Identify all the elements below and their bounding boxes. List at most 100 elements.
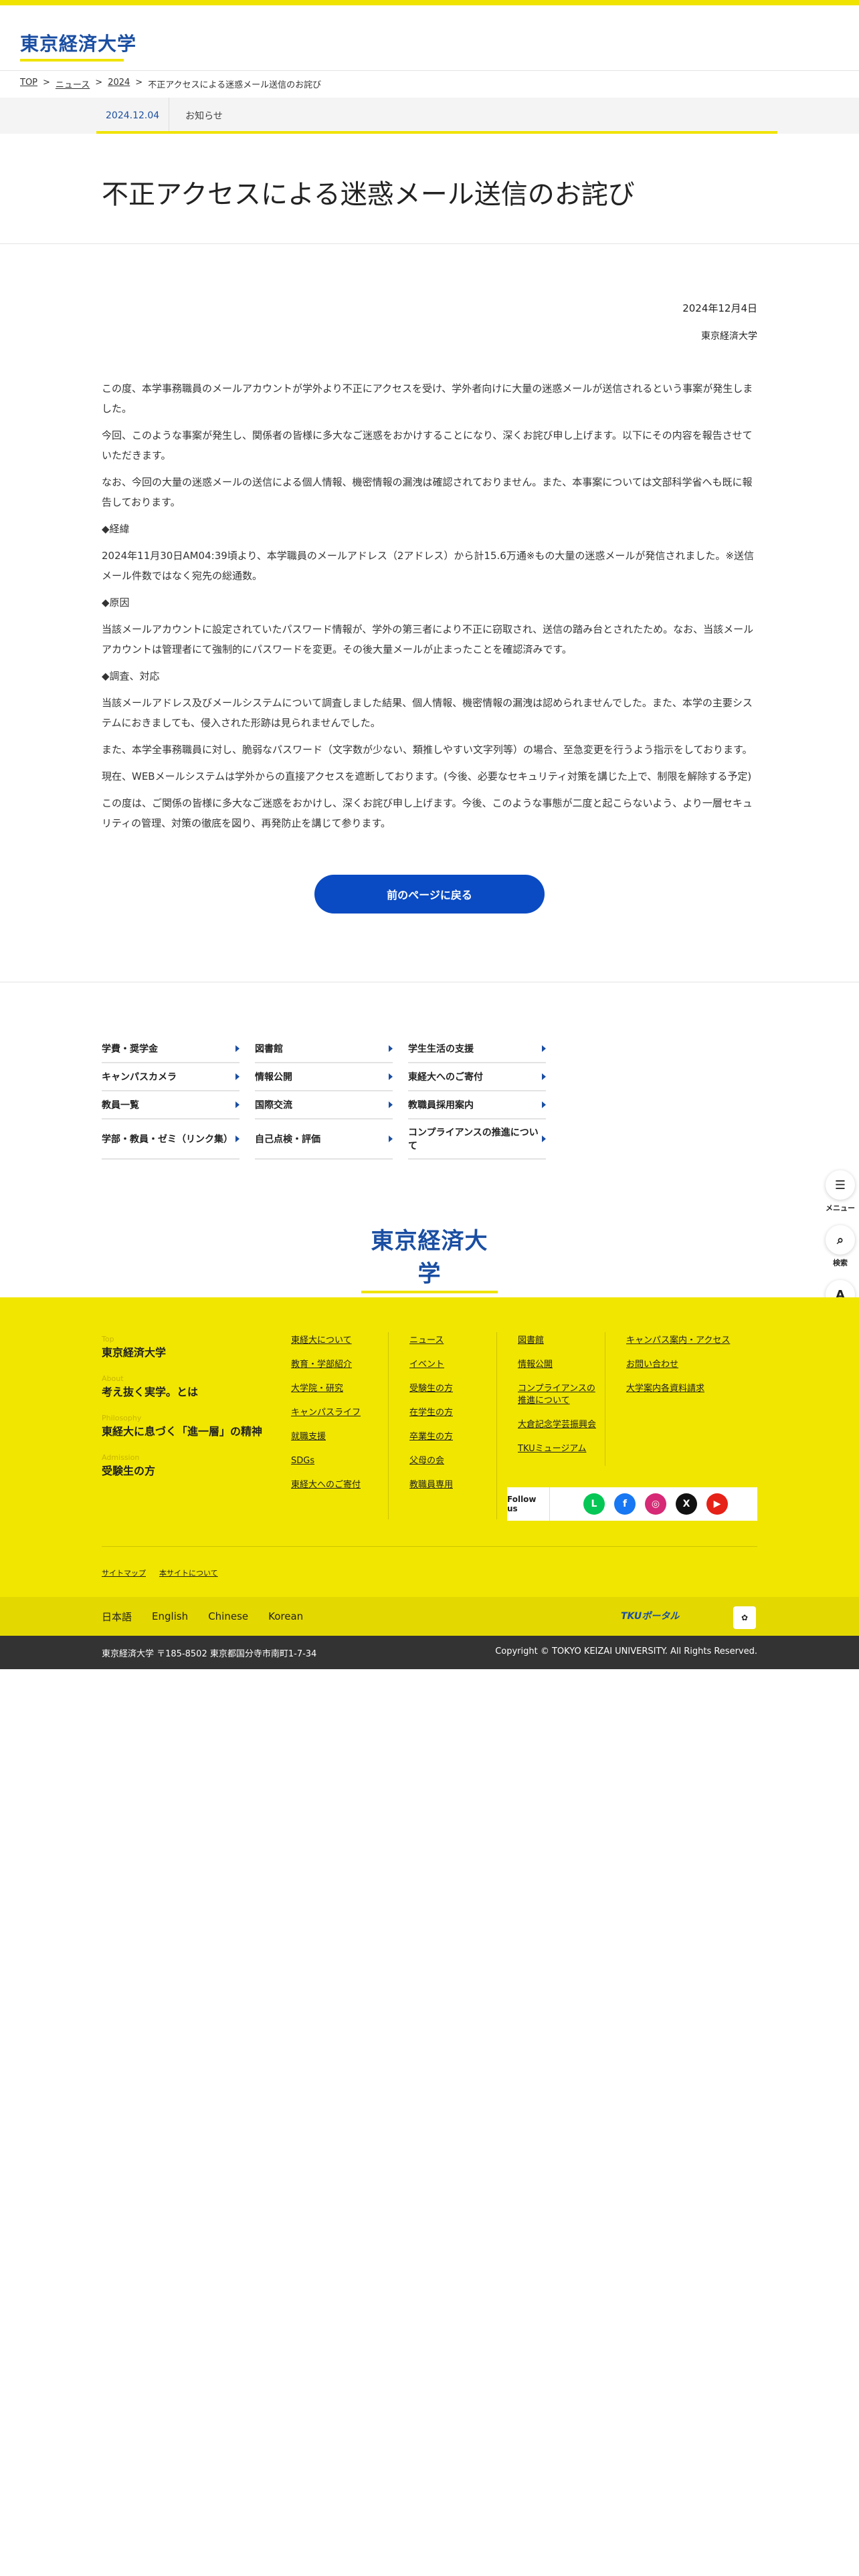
breadcrumb-current: 不正アクセスによる迷惑メール送信のお詫び (148, 80, 322, 90)
breadcrumb-year[interactable]: 2024 (108, 78, 130, 90)
language-english[interactable]: English (152, 1610, 188, 1622)
page-title: 不正アクセスによる迷惑メール送信のお詫び (102, 179, 635, 210)
footer-link[interactable]: 就職支援 (291, 1431, 378, 1443)
quick-link[interactable]: コンプライアンスの推進について (408, 1119, 546, 1160)
footer-logo[interactable]: 東京経済大学 (361, 1222, 498, 1293)
quick-link[interactable]: 情報公開 (255, 1063, 393, 1091)
footer-lead-link[interactable]: Philosophy 東経大に息づく「進一層」の精神 (102, 1414, 269, 1438)
article-organization: 東京経済大学 (701, 331, 757, 342)
quick-link[interactable]: 学費・奨学金 (102, 1035, 240, 1063)
youtube-icon[interactable]: ▶ (706, 1493, 728, 1515)
arrow-right-icon (389, 1136, 393, 1142)
quick-links-grid: 学費・奨学金 図書館 学生生活の支援 キャンパスカメラ 情報公開 東経大へのご寄… (102, 1035, 546, 1160)
quick-link[interactable]: 自己点検・評価 (255, 1119, 393, 1160)
instagram-icon[interactable]: ◎ (645, 1493, 666, 1515)
language-chinese[interactable]: Chinese (208, 1610, 248, 1622)
article-paragraph: この度は、ご関係の皆様に多大なご迷惑をおかけし、深くお詫び申し上げます。今後、こ… (102, 797, 753, 829)
arrow-right-icon (235, 1101, 240, 1108)
footer-link[interactable]: SDGs (291, 1455, 378, 1467)
quick-link[interactable]: 図書館 (255, 1035, 393, 1063)
quick-link[interactable]: キャンパスカメラ (102, 1063, 240, 1091)
breadcrumb-news[interactable]: ニュース (56, 78, 90, 90)
footer-link[interactable]: 情報公開 (518, 1359, 601, 1371)
footer-link[interactable]: 教育・学部紹介 (291, 1359, 378, 1371)
tku-portal-link[interactable]: TKUポータル (621, 1609, 679, 1622)
back-button[interactable]: 前のページに戻る (314, 875, 545, 914)
article-body: この度、本学事務職員のメールアカウントが学外より不正にアクセスを受け、学外者向け… (102, 379, 757, 840)
top-accent-bar (0, 0, 859, 5)
article-paragraph: 現在、WEBメールシステムは学外からの直接アクセスを遮断しております。(今後、必… (102, 770, 752, 782)
side-menu-button[interactable]: ☰ メニュー (826, 1170, 855, 1213)
footer-link[interactable]: 大倉記念学芸振興会 (518, 1419, 601, 1431)
footer-main: Top 東京経済大学 About 考え抜く実学。とは Philosophy 東経大に息… (0, 1297, 859, 1597)
menu-icon: ☰ (826, 1170, 855, 1200)
section-heading-response: ◆調査、対応 (102, 670, 160, 682)
quick-link[interactable]: 学部・教員・ゼミ（リンク集） (102, 1119, 240, 1160)
footer-link[interactable]: 受験生の方 (409, 1383, 490, 1395)
footer-link[interactable]: 父母の会 (409, 1455, 490, 1467)
arrow-right-icon (235, 1136, 240, 1142)
university-seal-icon[interactable]: ✿ (733, 1606, 756, 1629)
footer-lead-link[interactable]: About 考え抜く実学。とは (102, 1374, 269, 1399)
arrow-right-icon (389, 1045, 393, 1052)
footer-lead-link[interactable]: Top 東京経済大学 (102, 1335, 269, 1360)
quick-link[interactable]: 教員一覧 (102, 1091, 240, 1119)
language-japanese[interactable]: 日本語 (102, 1610, 132, 1624)
about-site-link[interactable]: 本サイトについて (159, 1568, 218, 1578)
footer-link[interactable]: 教職員専用 (409, 1479, 490, 1491)
logo-underline (20, 59, 124, 62)
footer-column-2: ニュース イベント 受験生の方 在学生の方 卒業生の方 父母の会 教職員専用 (409, 1335, 490, 1503)
footer-link[interactable]: 図書館 (518, 1335, 601, 1347)
footer-bottom-bar: 東京経済大学 〒185-8502 東京都国分寺市南町1-7-34 Copyrig… (0, 1636, 859, 1669)
language-korean[interactable]: Korean (268, 1610, 303, 1622)
footer-link[interactable]: 東経大へのご寄付 (291, 1479, 378, 1491)
footer-lead-links: Top 東京経済大学 About 考え抜く実学。とは Philosophy 東経大に息… (102, 1335, 269, 1493)
search-icon: ⌕ (826, 1225, 855, 1255)
footer-lead-link[interactable]: Admission 受験生の方 (102, 1453, 269, 1478)
arrow-right-icon (542, 1045, 546, 1052)
footer-link[interactable]: キャンパス案内・アクセス (626, 1335, 757, 1347)
footer-divider (496, 1332, 497, 1519)
quick-link[interactable]: 東経大へのご寄付 (408, 1063, 546, 1091)
footer-link[interactable]: ニュース (409, 1335, 490, 1347)
address-text: 東京経済大学 〒185-8502 東京都国分寺市南町1-7-34 (102, 1649, 317, 1659)
footer-column-4: キャンパス案内・アクセス お問い合わせ 大学案内各資料請求 (626, 1335, 757, 1407)
side-search-button[interactable]: ⌕ 検索 (826, 1225, 855, 1268)
arrow-right-icon (235, 1045, 240, 1052)
footer-small-links: サイトマップ 本サイトについて (102, 1568, 218, 1578)
footer-link[interactable]: キャンパスライフ (291, 1407, 378, 1419)
copyright-text: Copyright © TOKYO KEIZAI UNIVERSITY. All… (495, 1646, 757, 1656)
sitemap-link[interactable]: サイトマップ (102, 1568, 146, 1578)
quick-link[interactable]: 学生生活の支援 (408, 1035, 546, 1063)
follow-us-label: Follow us (507, 1487, 550, 1521)
article-paragraph: この度、本学事務職員のメールアカウントが学外より不正にアクセスを受け、学外者向け… (102, 383, 753, 415)
logo-text: 東京経済大学 (20, 33, 137, 55)
footer-divider (388, 1332, 389, 1519)
article-paragraph: 今回、このような事案が発生し、関係者の皆様に多大なご迷惑をおかけすることになり、… (102, 429, 753, 461)
footer-column-3: 図書館 情報公開 コンプライアンスの推進について 大倉記念学芸振興会 TKUミュ… (518, 1335, 601, 1467)
x-icon[interactable]: X (676, 1493, 697, 1515)
arrow-right-icon (235, 1073, 240, 1080)
line-icon[interactable]: L (583, 1493, 605, 1515)
footer-link[interactable]: お問い合わせ (626, 1359, 757, 1371)
section-heading-cause: ◆原因 (102, 597, 130, 609)
footer-link[interactable]: 大学案内各資料請求 (626, 1383, 757, 1395)
footer-link[interactable]: イベント (409, 1359, 490, 1371)
arrow-right-icon (542, 1073, 546, 1080)
quick-link[interactable]: 教職員採用案内 (408, 1091, 546, 1119)
site-logo[interactable]: 東京経済大学 (20, 29, 136, 62)
facebook-icon[interactable]: f (614, 1493, 636, 1515)
article-paragraph: なお、今回の大量の迷惑メールの送信による個人情報、機密情報の漏洩は確認されており… (102, 476, 753, 508)
language-bar: 日本語 English Chinese Korean TKUポータル ✿ (0, 1597, 859, 1636)
footer-link[interactable]: TKUミュージアム (518, 1443, 601, 1455)
footer-link[interactable]: 大学院・研究 (291, 1383, 378, 1395)
article-paragraph: 当該メールアドレス及びメールシステムについて調査しました結果、個人情報、機密情報… (102, 697, 753, 729)
section-heading-background: ◆経緯 (102, 523, 130, 535)
footer-link[interactable]: 卒業生の方 (409, 1431, 490, 1443)
article-paragraph: 2024年11月30日AM04:39頃より、本学職員のメールアドレス（2アドレス… (102, 550, 754, 582)
footer-link[interactable]: 在学生の方 (409, 1407, 490, 1419)
footer-link[interactable]: 東経大について (291, 1335, 378, 1347)
footer-link[interactable]: コンプライアンスの推進について (518, 1383, 601, 1407)
quick-link[interactable]: 国際交流 (255, 1091, 393, 1119)
breadcrumb-top[interactable]: TOP (20, 78, 37, 90)
